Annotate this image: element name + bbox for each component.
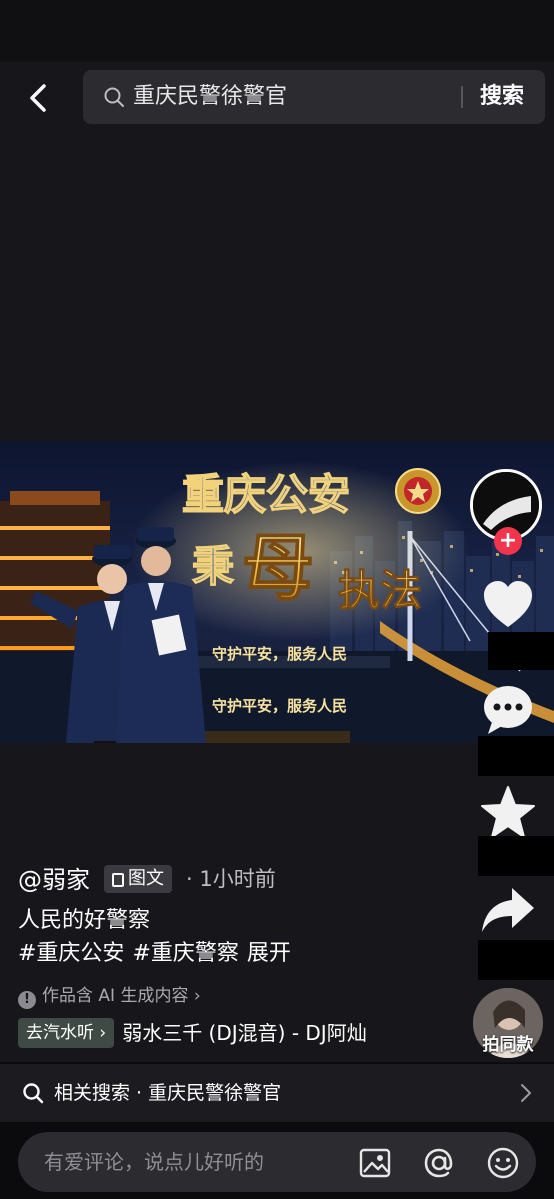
author-name[interactable]: @弱家 [18, 864, 90, 896]
search-icon [104, 87, 124, 107]
hashtag-chongqing-police[interactable]: #重庆公安 [18, 941, 124, 966]
comment-placeholder[interactable]: 有爱评论，说点儿好听的 [44, 1147, 264, 1177]
comment-input[interactable]: 有爱评论，说点儿好听的 [18, 1132, 536, 1192]
ai-notice[interactable]: ! 作品含 AI 生成内容 › [18, 984, 201, 1009]
ai-notice-text: 作品含 AI 生成内容 › [42, 986, 201, 1006]
at-icon[interactable] [422, 1146, 456, 1180]
document-icon [112, 873, 124, 887]
redacted-count-1 [488, 632, 554, 670]
post-caption: 人民的好警察 [18, 908, 151, 933]
police-emblem-icon [395, 468, 441, 514]
banner-slogan-1: 守护平安，服务人民 [212, 645, 347, 663]
emoji-icon[interactable] [486, 1146, 520, 1180]
follow-button[interactable]: + [494, 527, 522, 555]
post-type-tag: 图文 [104, 865, 172, 893]
expand-button[interactable]: 展开 [247, 941, 291, 966]
image-icon[interactable] [358, 1146, 392, 1180]
banner-title-4: 执法 [338, 567, 422, 614]
redacted-count-2 [478, 736, 554, 776]
post-type-label: 图文 [128, 868, 164, 889]
related-search-bar[interactable]: 相关搜索 · 重庆民警徐警官 [0, 1064, 554, 1122]
status-bar [0, 0, 554, 62]
chevron-right-icon [521, 1084, 531, 1102]
comment-icon[interactable] [478, 680, 538, 740]
same-style-label[interactable]: 拍同款 [472, 1030, 544, 1055]
banner-slogan-2: 守护平安，服务人民 [212, 697, 347, 715]
search-divider [461, 86, 463, 108]
hashtag-chongqing-cops[interactable]: #重庆警察 [132, 941, 238, 966]
back-icon[interactable] [20, 78, 60, 118]
share-icon[interactable] [478, 882, 538, 942]
music-row[interactable]: 去汽水听 › 弱水三千 (DJ混音) - DJ阿灿 [18, 1018, 367, 1048]
search-icon [23, 1083, 44, 1104]
banner-title: 重庆公安 [182, 471, 350, 518]
hashtag-row: #重庆公安 #重庆警察 展开 [18, 939, 299, 969]
post-image[interactable]: 重庆公安 秉 母 执法 守护平安，服务人民 守护平安，服务人民 [0, 441, 554, 743]
star-icon[interactable] [478, 783, 538, 843]
banner-title-2: 秉 [192, 543, 234, 590]
related-search-text: 相关搜索 · 重庆民警徐警官 [54, 1082, 282, 1104]
search-query[interactable]: 重庆民警徐警官 [133, 82, 287, 112]
search-bar[interactable]: 重庆民警徐警官 搜索 [83, 70, 545, 124]
redacted-count-4 [478, 940, 554, 980]
info-icon: ! [18, 991, 36, 1009]
heart-icon[interactable] [478, 575, 538, 635]
search-button[interactable]: 搜索 [480, 82, 524, 112]
post-time: · 1小时前 [186, 867, 276, 891]
redacted-count-3 [478, 836, 554, 876]
banner-title-3: 母 [242, 529, 314, 609]
music-app-chip[interactable]: 去汽水听 › [18, 1018, 115, 1048]
music-title[interactable]: 弱水三千 (DJ混音) - DJ阿灿 [122, 1018, 367, 1048]
